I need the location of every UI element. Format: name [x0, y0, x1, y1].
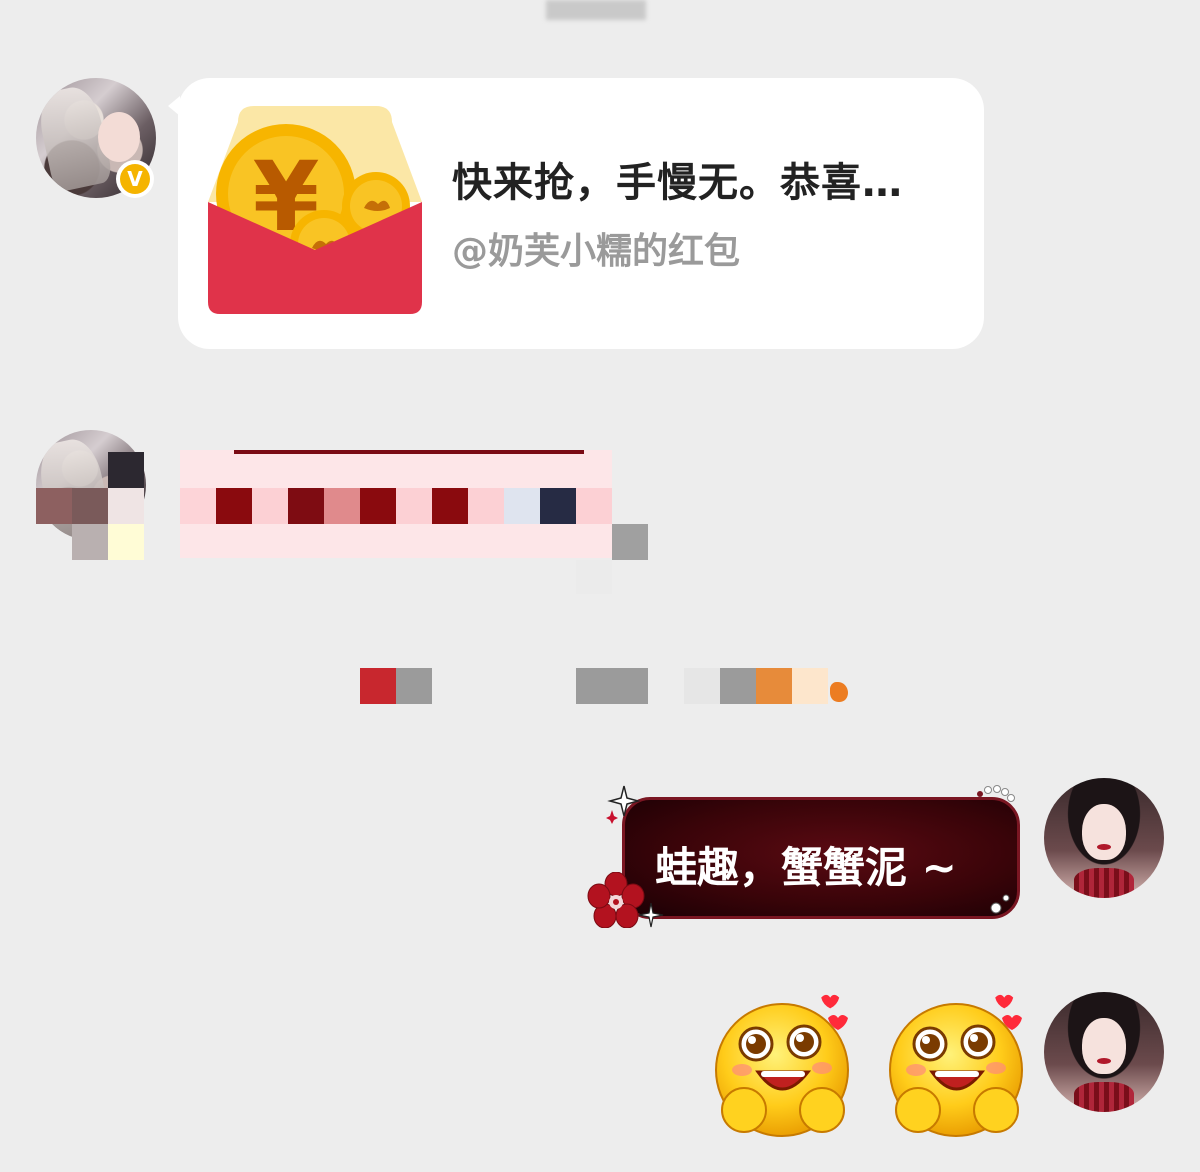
avatar-necklace	[1074, 1082, 1134, 1112]
self-avatar[interactable]	[1044, 992, 1164, 1112]
avatar-face	[1082, 1018, 1126, 1074]
red-packet-sender: @奶芙小糯的红包	[452, 231, 741, 272]
pearl-string-icon	[977, 785, 1015, 802]
bubble-tail	[168, 96, 180, 116]
sparkle-icon	[606, 785, 640, 824]
verified-badge-icon: V	[116, 160, 154, 198]
self-text-message[interactable]: 蛙趣，蟹蟹泥 ~	[622, 797, 1020, 919]
flower-icon	[587, 872, 645, 928]
red-envelope-icon: ¥	[208, 106, 422, 314]
avatar-face	[98, 112, 140, 162]
happy-face-hearts-icon[interactable]	[712, 994, 862, 1144]
sparkle-small-icon	[638, 902, 664, 928]
red-packet-message[interactable]: ¥ 快来抢，手慢无。恭喜… @奶芙小糯的红包	[168, 78, 984, 349]
message-text: 蛙趣，蟹蟹泥 ~	[655, 843, 957, 892]
avatar-necklace	[1074, 868, 1134, 898]
red-packet-title: 快来抢，手慢无。恭喜…	[452, 160, 903, 206]
happy-face-hearts-icon[interactable]	[886, 994, 1036, 1144]
pearl-dots-icon	[990, 894, 1010, 914]
timestamp-redacted	[546, 0, 646, 20]
avatar-face	[1082, 804, 1126, 860]
avatar-lips	[1097, 844, 1111, 850]
self-avatar[interactable]	[1044, 778, 1164, 898]
avatar-lips	[1097, 1058, 1111, 1064]
